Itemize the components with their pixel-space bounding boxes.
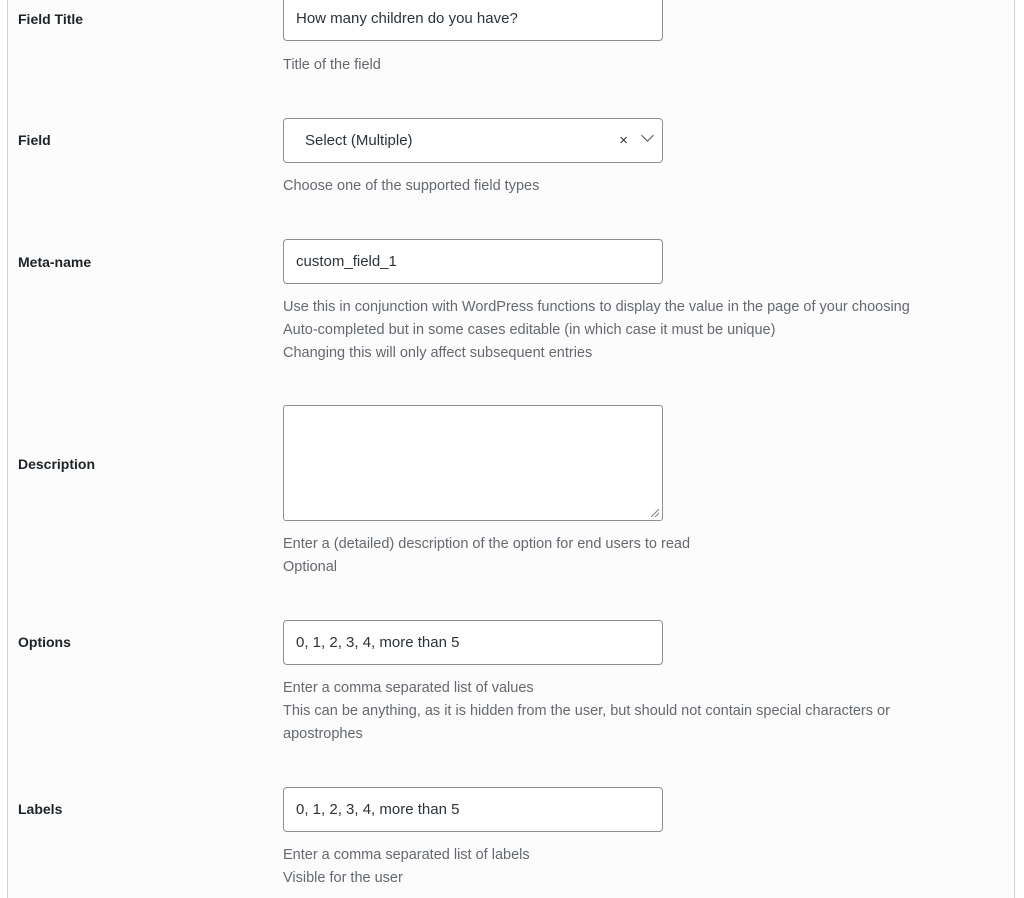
help-line: Optional bbox=[283, 559, 338, 575]
options-input[interactable]: 0, 1, 2, 3, 4, more than 5 bbox=[283, 620, 663, 665]
help-line: Auto-completed but in some cases editabl… bbox=[283, 322, 776, 338]
help-line: Enter a (detailed) description of the op… bbox=[283, 536, 691, 552]
labels-help: Enter a comma separated list of labels V… bbox=[283, 844, 530, 890]
meta-name-input[interactable]: custom_field_1 bbox=[283, 239, 663, 284]
meta-name-label: Meta-name bbox=[18, 254, 92, 270]
labels-input[interactable]: 0, 1, 2, 3, 4, more than 5 bbox=[283, 787, 663, 832]
chevron-down-icon[interactable] bbox=[641, 129, 654, 142]
help-line: Visible for the user bbox=[283, 870, 403, 886]
field-type-value: Select (Multiple) bbox=[305, 132, 413, 149]
field-type-help: Choose one of the supported field types bbox=[283, 175, 539, 198]
description-help: Enter a (detailed) description of the op… bbox=[283, 533, 690, 579]
help-line: Choose one of the supported field types bbox=[283, 178, 540, 194]
meta-name-help: Use this in conjunction with WordPress f… bbox=[283, 296, 910, 365]
help-line: Changing this will only affect subsequen… bbox=[283, 345, 593, 361]
field-title-label: Field Title bbox=[18, 11, 84, 27]
field-type-label: Field bbox=[18, 132, 51, 148]
help-line: Enter a comma separated list of labels bbox=[283, 847, 530, 863]
help-line: Enter a comma separated list of values bbox=[283, 680, 534, 696]
field-title-help: Title of the field bbox=[283, 54, 381, 77]
options-help: Enter a comma separated list of values T… bbox=[283, 677, 890, 746]
options-label: Options bbox=[18, 634, 71, 650]
resize-grip-icon bbox=[651, 509, 659, 517]
help-line: This can be anything, as it is hidden fr… bbox=[283, 703, 890, 719]
description-textarea[interactable] bbox=[283, 405, 663, 521]
help-line: Use this in conjunction with WordPress f… bbox=[283, 299, 910, 315]
resize-handle[interactable] bbox=[651, 509, 661, 519]
clear-icon[interactable]: × bbox=[619, 119, 628, 162]
labels-label: Labels bbox=[18, 801, 63, 817]
field-type-select[interactable]: Select (Multiple) × bbox=[283, 118, 663, 163]
field-title-input[interactable]: How many children do you have? bbox=[283, 0, 663, 41]
help-line: Title of the field bbox=[283, 57, 381, 73]
help-line: apostrophes bbox=[283, 726, 363, 742]
description-label: Description bbox=[18, 456, 96, 472]
